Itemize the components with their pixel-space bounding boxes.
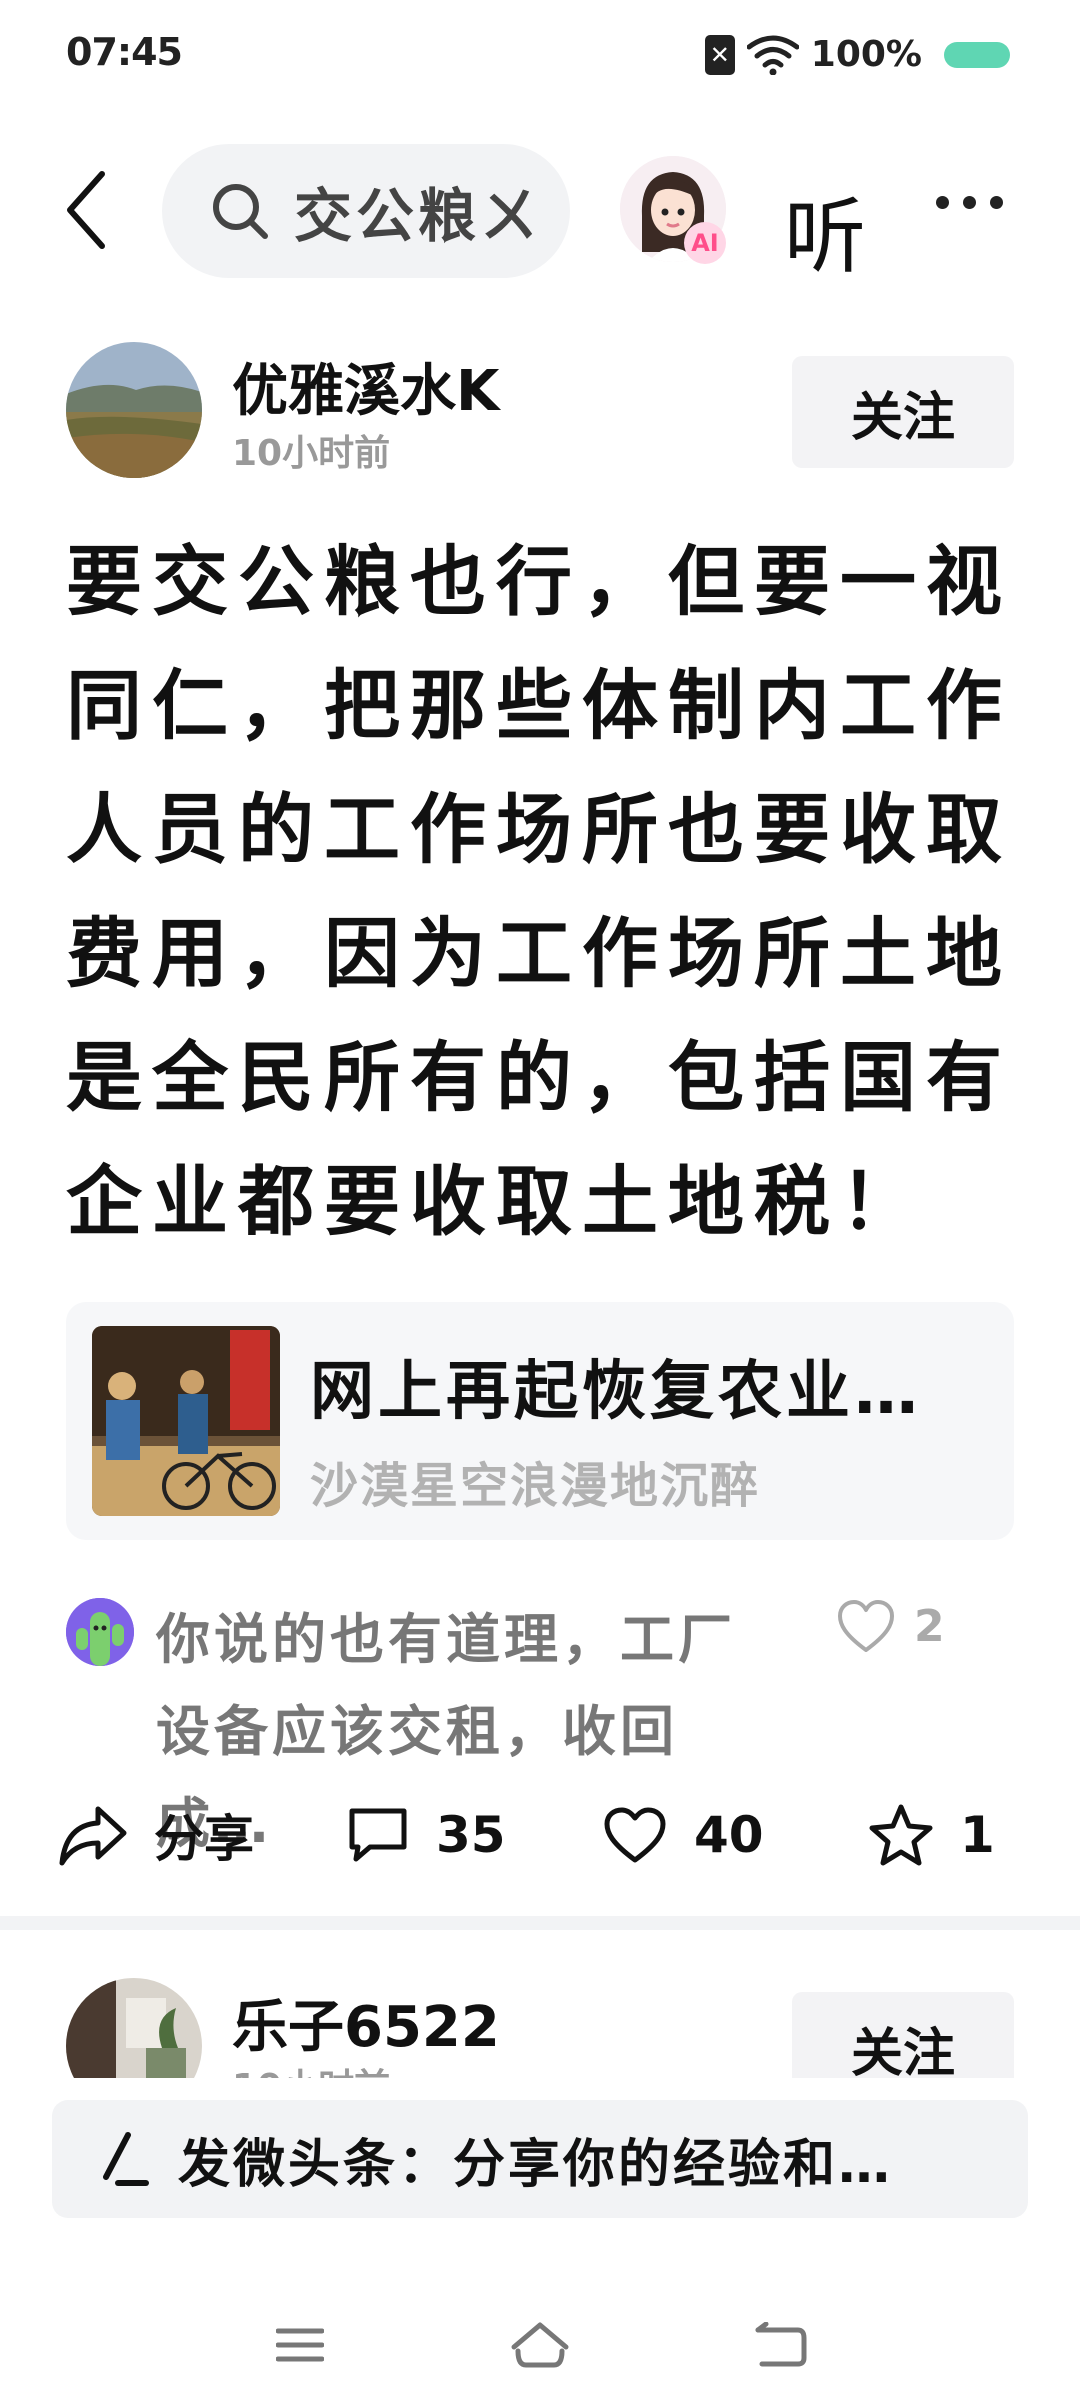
- post-time: 10小时前: [232, 433, 391, 474]
- comment-like-button[interactable]: 2: [836, 1598, 945, 1654]
- battery-percent: 100%: [810, 34, 922, 75]
- heart-outline-icon: [838, 1600, 894, 1652]
- linked-article-card[interactable]: 网上再起恢复农业… 沙漠星空浪漫地沉醉: [66, 1302, 1014, 1540]
- star-icon: [869, 1804, 933, 1866]
- follow-button[interactable]: 关注: [792, 356, 1014, 468]
- favorite-count: 1: [960, 1806, 995, 1864]
- like-count: 40: [694, 1806, 764, 1864]
- article-thumbnail: [92, 1326, 280, 1516]
- share-button[interactable]: 分享: [58, 1790, 254, 1880]
- landscape-avatar-image: [66, 342, 202, 478]
- compose-bar[interactable]: 发微头条：分享你的经验和…: [52, 2100, 1028, 2218]
- comment-button[interactable]: 35: [346, 1790, 506, 1880]
- second-post[interactable]: 乐子6522 10小时前 关注: [0, 1930, 1080, 2078]
- author-name[interactable]: 优雅溪水K: [232, 346, 499, 427]
- share-icon: [59, 1806, 127, 1866]
- battery-icon: [944, 41, 1010, 68]
- more-dot: [963, 196, 976, 209]
- comment-like-count: 2: [914, 1600, 945, 1652]
- ai-badge: AI: [684, 222, 726, 264]
- post-time: 10小时前: [232, 2058, 390, 2078]
- system-navigation-bar: [0, 2290, 1080, 2400]
- follow-button[interactable]: 关注: [792, 1992, 1014, 2078]
- search-box[interactable]: 交公粮ㄨ: [162, 144, 570, 278]
- top-nav: 交公粮ㄨ AI 听: [0, 140, 1080, 285]
- commenter-avatar[interactable]: [66, 1598, 134, 1666]
- search-icon: [213, 184, 268, 239]
- more-dot: [936, 196, 949, 209]
- cactus-avatar-icon: [66, 1598, 134, 1666]
- post-action-bar: 分享 35 40 1: [0, 1790, 1080, 1880]
- more-dot: [990, 196, 1003, 209]
- author-avatar[interactable]: [66, 1978, 202, 2078]
- listen-button[interactable]: 听: [784, 170, 866, 289]
- more-button[interactable]: [936, 196, 1003, 209]
- chevron-left-icon: [67, 171, 105, 249]
- no-sim-icon: ✕: [704, 34, 735, 75]
- feed-divider: [0, 1916, 1080, 1930]
- article-author: 沙漠星空浪漫地沉醉: [310, 1458, 761, 1514]
- author-avatar[interactable]: [66, 342, 202, 478]
- comment-icon: [349, 1808, 407, 1862]
- favorite-button[interactable]: 1: [868, 1790, 995, 1880]
- heart-icon: [604, 1807, 666, 1863]
- room-avatar-image: [66, 1978, 202, 2078]
- wifi-icon: [746, 35, 799, 75]
- menu-button[interactable]: [260, 2310, 340, 2380]
- home-button[interactable]: [500, 2310, 580, 2380]
- status-time: 07:45: [66, 30, 183, 74]
- comment-count: 35: [436, 1806, 506, 1864]
- home-icon: [511, 2322, 569, 2368]
- back-icon: [755, 2322, 807, 2367]
- status-bar: 07:45 ✕ 100%: [0, 0, 1080, 120]
- article-thumbnail-image: [92, 1326, 280, 1516]
- back-nav-button[interactable]: [740, 2310, 820, 2380]
- article-title: 网上再起恢复农业…: [310, 1355, 922, 1429]
- status-indicators: ✕ 100%: [704, 34, 1010, 75]
- post-body[interactable]: 要交公粮也行，但要一视同仁，把那些体制内工作人员的工作场所也要收取费用，因为工作…: [66, 520, 1026, 1264]
- like-button[interactable]: 40: [602, 1790, 764, 1880]
- compose-placeholder: 发微头条：分享你的经验和…: [178, 2134, 894, 2195]
- author-name[interactable]: 乐子6522: [232, 1982, 500, 2063]
- search-query: 交公粮ㄨ: [294, 182, 543, 250]
- back-button[interactable]: [56, 168, 116, 252]
- menu-icon: [276, 2328, 324, 2362]
- share-label: 分享: [154, 1810, 254, 1868]
- pen-icon: [103, 2132, 149, 2186]
